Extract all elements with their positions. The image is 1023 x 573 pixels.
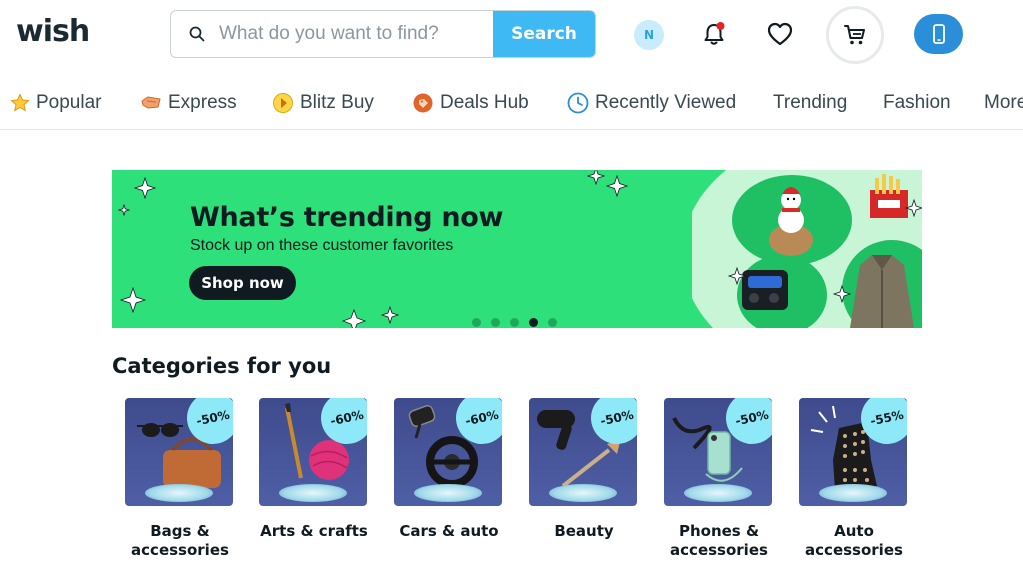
nav-item-express[interactable]: Express: [140, 90, 237, 116]
nav-item-label: Express: [168, 92, 237, 113]
pedestal: [684, 484, 752, 502]
cart-icon: [844, 25, 865, 45]
phone-icon: [932, 24, 945, 44]
nav-item-deals-hub[interactable]: Deals Hub: [412, 90, 529, 116]
banner-title: What’s trending now: [190, 202, 504, 233]
pedestal: [145, 484, 213, 502]
shop-now-button[interactable]: Shop now: [189, 266, 296, 300]
nav-item-label: Trending: [773, 92, 848, 113]
search-button[interactable]: Search: [493, 11, 595, 57]
category-label: Bags & accessories: [131, 522, 229, 559]
category-image: -60%: [259, 398, 367, 506]
category-bags-accessories[interactable]: -50% Bags & accessories: [125, 398, 235, 560]
category-image: -50%: [529, 398, 637, 506]
search-icon: [189, 26, 205, 42]
category-image: -50%: [125, 398, 233, 506]
nav-item-trending[interactable]: Trending: [773, 90, 847, 116]
nav-item-blitz-buy[interactable]: Blitz Buy: [272, 90, 374, 116]
carousel-dot[interactable]: [491, 318, 500, 327]
earbuds-image: [742, 270, 788, 310]
notification-dot: [716, 22, 725, 30]
clock-icon: [567, 92, 589, 114]
cart-button[interactable]: [826, 6, 884, 64]
avatar[interactable]: N: [634, 20, 664, 50]
banner-subtitle: Stock up on these customer favorites: [190, 237, 454, 254]
pedestal: [549, 484, 617, 502]
category-image: -50%: [664, 398, 772, 506]
tag-icon: [413, 93, 433, 113]
category-label: Phones & accessories: [670, 522, 768, 559]
categories-title: Categories for you: [112, 354, 332, 378]
nav-item-fashion[interactable]: Fashion: [883, 90, 951, 116]
nav-item-recently-viewed[interactable]: Recently Viewed: [567, 90, 736, 116]
header: wish Search N: [0, 0, 1023, 70]
promo-banner[interactable]: What’s trending now Stock up on these cu…: [112, 170, 922, 328]
carousel-dots: [472, 318, 557, 327]
wishlist-button[interactable]: [764, 18, 796, 50]
pedestal: [279, 484, 347, 502]
express-icon: [141, 96, 161, 109]
category-beauty[interactable]: -50% Beauty: [529, 398, 639, 541]
category-label: Cars & auto: [399, 522, 499, 540]
carousel-dot[interactable]: [510, 318, 519, 327]
nav-item-label: Popular: [36, 92, 102, 113]
notifications-button[interactable]: [698, 18, 730, 50]
search-bar: Search: [170, 10, 596, 58]
category-cars-auto[interactable]: -60% Cars & auto: [394, 398, 504, 541]
category-label: Auto accessories: [805, 522, 903, 559]
category-arts-crafts[interactable]: -60% Arts & crafts: [259, 398, 369, 541]
category-phones-accessories[interactable]: -50% Phones & accessories: [664, 398, 774, 560]
carousel-dot-active[interactable]: [529, 318, 538, 327]
nav-item-popular[interactable]: Popular: [10, 90, 102, 116]
category-label: Beauty: [554, 522, 614, 540]
category-nav: Popular Express Blitz Buy Deals Hub Rece…: [0, 80, 1023, 130]
nav-item-label: More: [984, 92, 1023, 113]
nav-item-label: Fashion: [883, 92, 951, 113]
nav-item-label: Blitz Buy: [300, 92, 374, 113]
wish-logo[interactable]: wish: [16, 14, 90, 49]
pedestal: [819, 484, 887, 502]
star-icon: [10, 93, 30, 112]
bell-icon: [704, 22, 725, 45]
nav-item-label: Recently Viewed: [595, 92, 737, 113]
carousel-dot[interactable]: [548, 318, 557, 327]
heart-icon: [767, 22, 793, 46]
mobile-app-button[interactable]: [914, 14, 963, 54]
nav-item-label: Deals Hub: [440, 92, 529, 113]
category-label: Arts & crafts: [260, 522, 368, 540]
blitz-buy-icon: [273, 93, 293, 113]
nav-item-more[interactable]: More: [984, 90, 1023, 116]
category-auto-accessories[interactable]: -55% Auto accessories: [799, 398, 909, 560]
category-image: -55%: [799, 398, 907, 506]
search-input[interactable]: [219, 11, 489, 57]
carousel-dot[interactable]: [472, 318, 481, 327]
category-image: -60%: [394, 398, 502, 506]
banner-product-collage: [692, 170, 922, 328]
pedestal: [414, 484, 482, 502]
